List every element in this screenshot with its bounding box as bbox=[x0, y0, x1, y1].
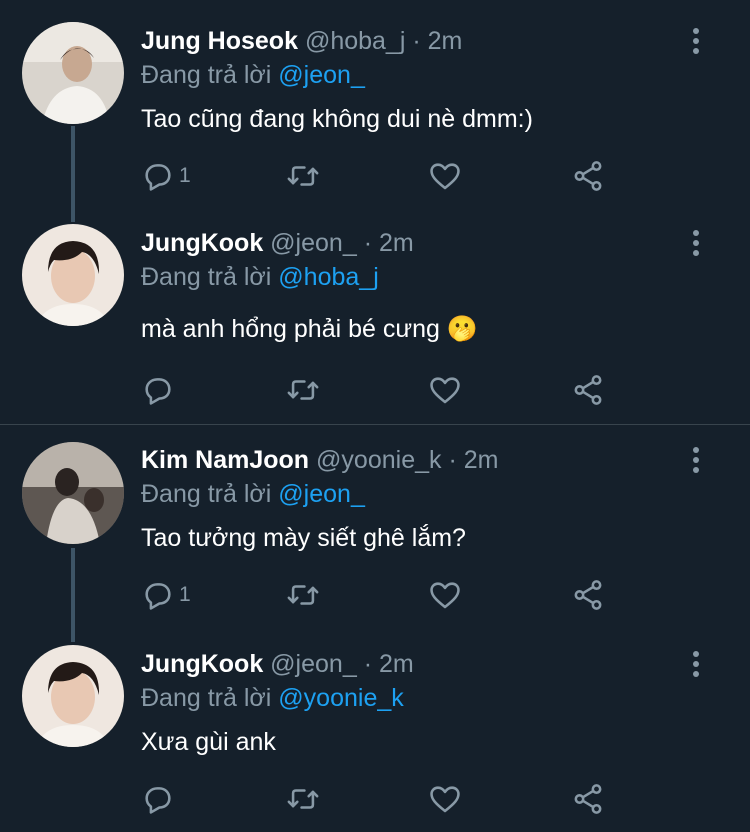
action-bar: 1 bbox=[141, 577, 621, 613]
like-button[interactable] bbox=[428, 781, 462, 817]
heart-icon bbox=[430, 377, 460, 404]
separator: · bbox=[363, 229, 373, 257]
tweet[interactable]: Kim NamJoon @yoonie_k · 2m Đang trả lời … bbox=[0, 425, 750, 637]
author-handle[interactable]: @yoonie_k bbox=[316, 446, 441, 474]
author-name[interactable]: JungKook bbox=[141, 650, 263, 678]
author-handle[interactable]: @jeon_ bbox=[270, 229, 357, 257]
separator: · bbox=[448, 446, 457, 474]
retweet-icon bbox=[287, 789, 319, 809]
like-button[interactable] bbox=[428, 577, 462, 613]
like-button[interactable] bbox=[428, 158, 462, 194]
avatar[interactable] bbox=[22, 442, 124, 544]
author-name[interactable]: Kim NamJoon bbox=[141, 446, 309, 474]
share-icon bbox=[574, 580, 602, 610]
share-button[interactable] bbox=[571, 158, 605, 194]
replying-label: Đang trả lời bbox=[141, 61, 272, 89]
author-name[interactable]: JungKook bbox=[141, 229, 263, 257]
more-vertical-icon[interactable] bbox=[684, 26, 708, 56]
replying-label: Đang trả lời bbox=[141, 263, 272, 291]
reply-icon bbox=[145, 787, 171, 814]
replying-to: Đang trả lời @jeon_ bbox=[141, 479, 365, 509]
reply-button[interactable] bbox=[141, 781, 179, 817]
action-bar: 1 bbox=[141, 158, 621, 194]
heart-icon bbox=[430, 582, 460, 609]
reply-icon bbox=[145, 164, 171, 191]
tweet-text: Tao cũng đang không dui nè dmm:) bbox=[141, 105, 533, 133]
retweet-icon bbox=[287, 166, 319, 186]
replying-label: Đang trả lời bbox=[141, 480, 272, 508]
retweet-button[interactable] bbox=[286, 781, 320, 817]
avatar-photo bbox=[22, 645, 124, 747]
reply-button[interactable]: 1 bbox=[141, 158, 191, 194]
mention-link[interactable]: @yoonie_k bbox=[278, 684, 403, 712]
action-bar bbox=[141, 372, 621, 408]
tweet-text: mà anh hổng phải bé cưng 🫢 bbox=[141, 315, 478, 343]
retweet-button[interactable] bbox=[286, 577, 320, 613]
tweet[interactable]: JungKook @jeon_ · 2m Đang trả lời @hoba_… bbox=[0, 212, 750, 424]
heart-icon bbox=[430, 163, 460, 190]
mention-link[interactable]: @jeon_ bbox=[278, 61, 365, 89]
reply-button[interactable] bbox=[141, 372, 179, 408]
share-icon bbox=[574, 784, 602, 814]
timestamp[interactable]: 2m bbox=[464, 446, 499, 474]
separator: · bbox=[412, 27, 421, 55]
replying-to: Đang trả lời @jeon_ bbox=[141, 60, 365, 90]
more-vertical-icon[interactable] bbox=[684, 649, 708, 679]
reply-icon bbox=[145, 378, 171, 405]
share-button[interactable] bbox=[571, 577, 605, 613]
action-bar bbox=[141, 781, 621, 817]
replying-label: Đang trả lời bbox=[141, 684, 272, 712]
share-button[interactable] bbox=[571, 781, 605, 817]
timestamp[interactable]: 2m bbox=[379, 229, 414, 257]
author-handle[interactable]: @hoba_j bbox=[305, 27, 405, 55]
retweet-button[interactable] bbox=[286, 372, 320, 408]
retweet-icon bbox=[287, 380, 319, 400]
reply-count: 1 bbox=[179, 583, 191, 606]
avatar[interactable] bbox=[22, 645, 124, 747]
timestamp[interactable]: 2m bbox=[379, 650, 414, 678]
share-icon bbox=[574, 375, 602, 405]
like-button[interactable] bbox=[428, 372, 462, 408]
timestamp[interactable]: 2m bbox=[428, 27, 463, 55]
tweet-text: Tao tưởng mày siết ghê lắm? bbox=[141, 524, 466, 552]
author-handle[interactable]: @jeon_ bbox=[270, 650, 357, 678]
author-name[interactable]: Jung Hoseok bbox=[141, 27, 298, 55]
replying-to: Đang trả lời @hoba_j bbox=[141, 262, 379, 292]
mention-link[interactable]: @jeon_ bbox=[278, 480, 365, 508]
avatar-photo bbox=[22, 442, 124, 544]
separator: · bbox=[363, 650, 373, 678]
share-button[interactable] bbox=[571, 372, 605, 408]
avatar[interactable] bbox=[22, 224, 124, 326]
tweet-text: Xưa gùi ank bbox=[141, 728, 276, 756]
reply-icon bbox=[145, 583, 171, 610]
tweet[interactable]: Jung Hoseok @hoba_j · 2m Đang trả lời @j… bbox=[0, 0, 750, 212]
avatar-photo bbox=[22, 224, 124, 326]
replying-to: Đang trả lời @yoonie_k bbox=[141, 683, 404, 713]
retweet-button[interactable] bbox=[286, 158, 320, 194]
mention-link[interactable]: @hoba_j bbox=[278, 263, 378, 291]
reply-button[interactable]: 1 bbox=[141, 577, 191, 613]
more-vertical-icon[interactable] bbox=[684, 228, 708, 258]
more-vertical-icon[interactable] bbox=[684, 445, 708, 475]
reply-count: 1 bbox=[179, 164, 191, 187]
retweet-icon bbox=[287, 585, 319, 605]
heart-icon bbox=[430, 786, 460, 813]
tweet[interactable]: JungKook @jeon_ · 2m Đang trả lời @yooni… bbox=[0, 637, 750, 832]
avatar-photo bbox=[22, 22, 124, 124]
avatar[interactable] bbox=[22, 22, 124, 124]
share-icon bbox=[574, 161, 602, 191]
